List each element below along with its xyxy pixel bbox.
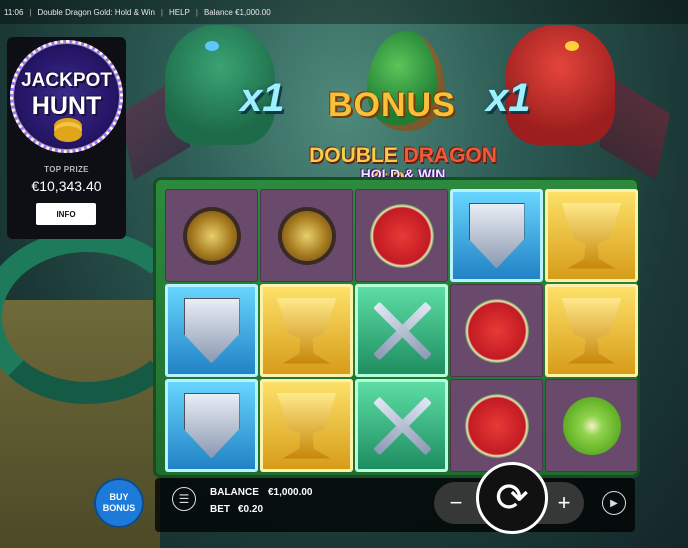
dragon-eye: [565, 41, 579, 51]
reel-cell: [165, 379, 258, 472]
balance-label: BALANCE: [210, 487, 259, 498]
goblet-symbol-icon: [561, 297, 622, 364]
info-button[interactable]: INFO: [36, 203, 96, 225]
kiwi-symbol-icon: [562, 396, 621, 455]
separator: |: [29, 7, 32, 17]
watermelon-symbol-icon: [464, 298, 529, 363]
shield-symbol-icon: [183, 392, 240, 459]
reel-cell: [545, 189, 638, 282]
goblet-symbol-icon: [276, 297, 337, 364]
menu-button[interactable]: ☰: [172, 487, 196, 511]
reel-cell: [260, 189, 353, 282]
decrease-bet-button[interactable]: −: [441, 488, 471, 518]
reel-cell: [450, 284, 543, 377]
status-bar: 11:06 | Double Dragon Gold: Hold & Win |…: [0, 0, 688, 24]
increase-bet-button[interactable]: +: [549, 488, 579, 518]
coin-stack-icon: [54, 126, 82, 142]
shield-symbol-icon: [468, 202, 525, 269]
left-multiplier: x1: [240, 76, 285, 120]
right-multiplier: x1: [486, 76, 531, 120]
coin-symbol-icon: [281, 210, 332, 261]
autoplay-button[interactable]: ▶: [602, 491, 626, 515]
goblet-symbol-icon: [561, 202, 622, 269]
logo-word-double: DOUBLE: [309, 144, 404, 167]
separator: |: [160, 7, 163, 17]
reel-cell: [260, 284, 353, 377]
reel-cell: [165, 189, 258, 282]
game-title: Double Dragon Gold: Hold & Win: [37, 7, 155, 17]
reel-cell: [545, 284, 638, 377]
buy-bonus-button[interactable]: BUY BONUS: [94, 478, 144, 528]
reel-cell: [450, 379, 543, 472]
watermelon-symbol-icon: [464, 393, 529, 458]
top-prize-label: TOP PRIZE: [44, 165, 89, 174]
balance-value: €1,000.00: [268, 487, 313, 498]
buy-bonus-label-2: BONUS: [102, 503, 136, 513]
reel-cell: [450, 189, 543, 282]
watermelon-symbol-icon: [369, 203, 434, 268]
spin-button[interactable]: ⟳: [476, 462, 548, 534]
reel-cell: [260, 379, 353, 472]
goblet-symbol-icon: [276, 392, 337, 459]
jackpot-hunt-panel: JACKPOT HUNT TOP PRIZE €10,343.40 INFO: [7, 37, 126, 239]
logo-word-dragon: DRAGON: [403, 144, 497, 167]
bet-label: BET: [210, 504, 230, 515]
bonus-label: BONUS: [328, 86, 456, 124]
coin-symbol-icon: [186, 210, 237, 261]
clock-time: 11:06: [4, 7, 24, 17]
top-prize-value: €10,343.40: [31, 178, 102, 194]
jackpot-title-line2: HUNT: [31, 92, 102, 120]
jackpot-logo: JACKPOT HUNT: [10, 40, 123, 153]
reel-cell: [355, 189, 448, 282]
reel-cell: [355, 379, 448, 472]
swords-symbol-icon: [369, 298, 435, 364]
buy-bonus-label-1: BUY: [109, 492, 129, 502]
shield-symbol-icon: [183, 297, 240, 364]
status-balance: Balance €1,000.00: [203, 7, 271, 17]
help-link[interactable]: HELP: [169, 8, 190, 17]
reel-cell: [355, 284, 448, 377]
jackpot-title-line1: JACKPOT: [21, 70, 112, 91]
bet-value: €0.20: [238, 504, 264, 515]
dragon-eye: [205, 41, 219, 51]
reel-cell: [545, 379, 638, 472]
reel-cell: [165, 284, 258, 377]
separator: |: [195, 7, 198, 17]
reel-grid: [165, 189, 640, 472]
swords-symbol-icon: [369, 393, 435, 459]
